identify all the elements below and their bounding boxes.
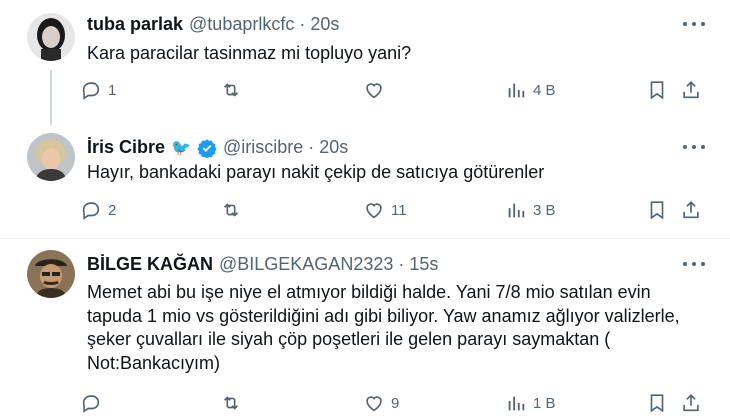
like-icon xyxy=(366,83,382,99)
reply-icon xyxy=(82,82,100,100)
views-button[interactable]: 4 B xyxy=(505,79,556,101)
like-button[interactable] xyxy=(363,79,391,101)
retweet-icon xyxy=(223,203,239,217)
display-name[interactable]: BİLGE KAĞAN xyxy=(87,254,213,275)
like-icon xyxy=(366,203,382,219)
bird-emoji: 🐦 xyxy=(171,139,191,157)
retweet-icon xyxy=(223,396,239,410)
views-icon xyxy=(508,83,525,98)
views-icon xyxy=(508,203,525,218)
verified-badge-icon xyxy=(197,138,217,158)
like-count: 11 xyxy=(391,201,407,219)
display-name[interactable]: tuba parlak xyxy=(87,14,183,35)
reply-button[interactable]: 2 xyxy=(80,199,116,221)
bookmark-icon xyxy=(650,394,664,413)
separator-dot: · xyxy=(308,137,315,157)
reply-count: 1 xyxy=(108,81,117,99)
share-button[interactable] xyxy=(680,79,702,101)
user-handle[interactable]: @iriscibre xyxy=(223,137,303,158)
like-button[interactable]: 9 xyxy=(363,392,399,414)
tweet-text: Memet abi bu işe niye el atmıyor bildiği… xyxy=(87,282,680,373)
tweet-header: İris Cibre 🐦 @iriscibre · 20s xyxy=(87,137,348,158)
tweet-text: Hayır, bankadaki parayı nakit çekip de s… xyxy=(87,162,545,182)
reply-icon xyxy=(82,395,100,413)
view-count: 3 B xyxy=(533,201,556,219)
tweet-text: Kara paracilar tasinmaz mi topluyo yani? xyxy=(87,43,412,63)
display-name[interactable]: İris Cibre xyxy=(87,137,165,158)
user-handle[interactable]: @tubaprlkcfc xyxy=(189,14,294,35)
like-button[interactable]: 11 xyxy=(363,199,407,221)
reply-button[interactable]: 1 xyxy=(80,79,116,101)
tweet-header: BİLGE KAĞAN @BILGEKAGAN2323 · 15s xyxy=(87,254,438,275)
separator-dot: · xyxy=(398,254,405,274)
action-bar: 2 11 3 B xyxy=(80,199,720,225)
share-button[interactable] xyxy=(680,199,702,221)
reply-button[interactable] xyxy=(80,392,108,414)
tweet-1[interactable]: tuba parlak @tubaprlkcfc · 20s Kara para… xyxy=(0,0,730,125)
thread-line xyxy=(50,70,52,125)
tweet-header: tuba parlak @tubaprlkcfc · 20s xyxy=(87,14,339,35)
reply-icon xyxy=(82,202,100,220)
timestamp[interactable]: 15s xyxy=(409,254,438,275)
retweet-button[interactable] xyxy=(220,79,248,101)
action-bar: 1 4 B xyxy=(80,79,720,105)
views-button[interactable]: 3 B xyxy=(505,199,556,221)
retweet-icon xyxy=(223,83,239,97)
more-icon[interactable] xyxy=(683,20,705,28)
share-icon xyxy=(683,201,699,219)
share-icon xyxy=(683,394,699,412)
bookmark-icon xyxy=(650,81,664,100)
bookmark-button[interactable] xyxy=(646,199,668,221)
avatar-tuba[interactable] xyxy=(27,13,75,61)
views-button[interactable]: 1 B xyxy=(505,392,556,414)
avatar-bilge[interactable] xyxy=(27,250,75,298)
action-bar: 9 1 B xyxy=(80,392,720,418)
avatar-iris[interactable] xyxy=(27,133,75,181)
view-count: 1 B xyxy=(533,394,556,412)
more-icon[interactable] xyxy=(683,143,705,151)
bookmark-icon xyxy=(650,201,664,220)
share-button[interactable] xyxy=(680,392,702,414)
tweet-2[interactable]: İris Cibre 🐦 @iriscibre · 20s Hayır, ban… xyxy=(0,125,730,240)
timestamp[interactable]: 20s xyxy=(319,137,348,158)
like-count: 9 xyxy=(391,394,400,412)
bookmark-button[interactable] xyxy=(646,79,668,101)
separator-dot: · xyxy=(299,14,306,34)
retweet-button[interactable] xyxy=(220,199,248,221)
retweet-button[interactable] xyxy=(220,392,248,414)
like-icon xyxy=(366,396,382,412)
tweet-3[interactable]: BİLGE KAĞAN @BILGEKAGAN2323 · 15s Memet … xyxy=(0,239,730,420)
view-count: 4 B xyxy=(533,81,556,99)
reply-count: 2 xyxy=(108,201,117,219)
more-icon[interactable] xyxy=(683,260,705,268)
share-icon xyxy=(683,81,699,99)
bookmark-button[interactable] xyxy=(646,392,668,414)
views-icon xyxy=(508,396,525,411)
timestamp[interactable]: 20s xyxy=(310,14,339,35)
user-handle[interactable]: @BILGEKAGAN2323 xyxy=(219,254,393,275)
